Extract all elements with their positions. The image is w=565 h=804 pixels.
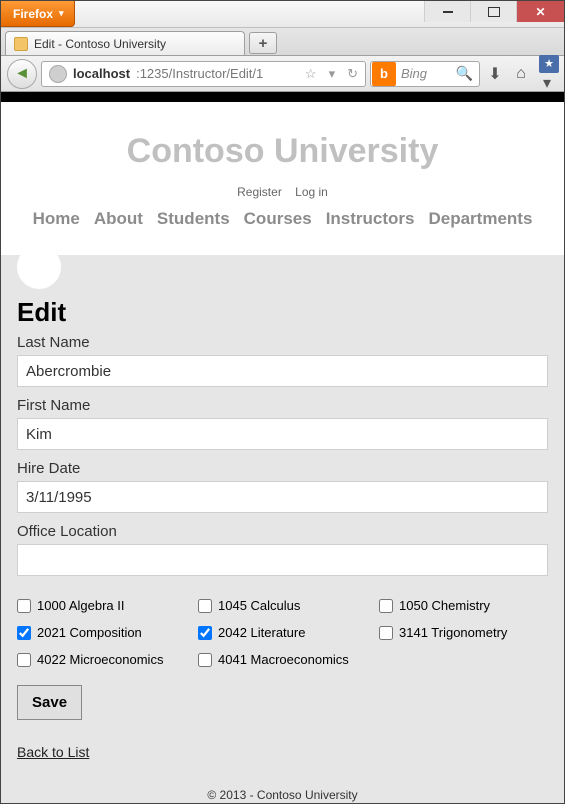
course-checkbox[interactable]: 1050 Chemistry <box>379 598 548 613</box>
course-checkbox[interactable]: 2021 Composition <box>17 625 186 640</box>
browser-tab[interactable]: Edit - Contoso University <box>5 31 245 55</box>
search-box[interactable]: b Bing 🔍 <box>370 61 480 87</box>
course-checkbox[interactable]: 3141 Trigonometry <box>379 625 548 640</box>
course-checkbox-input[interactable] <box>198 653 212 667</box>
course-checkbox-label: 2042 Literature <box>218 625 305 640</box>
site-footer: © 2013 - Contoso University <box>1 770 564 803</box>
bookmarks-menu-button[interactable]: ★▾ <box>536 54 558 93</box>
course-checkbox-input[interactable] <box>198 599 212 613</box>
last-name-label: Last Name <box>17 334 548 351</box>
downloads-icon[interactable]: ⬇ <box>484 64 506 84</box>
nav-students[interactable]: Students <box>157 209 230 229</box>
hire-date-input[interactable] <box>17 481 548 513</box>
course-checkbox-input[interactable] <box>379 626 393 640</box>
course-checkbox-grid: 1000 Algebra II 1045 Calculus 1050 Chemist… <box>17 598 548 667</box>
nav-departments[interactable]: Departments <box>428 209 532 229</box>
top-stripe <box>1 92 564 102</box>
tab-title: Edit - Contoso University <box>34 37 166 51</box>
new-tab-button[interactable]: + <box>249 32 277 54</box>
nav-courses[interactable]: Courses <box>244 209 312 229</box>
course-checkbox[interactable]: 1045 Calculus <box>198 598 367 613</box>
window-titlebar: Firefox ▾ <box>1 1 564 28</box>
course-checkbox-label: 1050 Chemistry <box>399 598 490 613</box>
hire-date-label: Hire Date <box>17 460 548 477</box>
window-close-button[interactable] <box>516 1 564 22</box>
url-toolbar: ◄ localhost :1235/Instructor/Edit/1 ☆ ▾ ↻… <box>1 56 564 92</box>
course-checkbox-input[interactable] <box>17 599 31 613</box>
search-icon[interactable]: 🔍 <box>450 65 479 82</box>
url-path: :1235/Instructor/Edit/1 <box>136 66 263 81</box>
course-checkbox-label: 4022 Microeconomics <box>37 652 163 667</box>
globe-icon <box>49 65 67 83</box>
bookmark-star-icon[interactable]: ☆ <box>302 66 320 82</box>
tab-strip: Edit - Contoso University + <box>1 28 564 56</box>
titlebar-spacer <box>75 1 424 27</box>
course-checkbox-input[interactable] <box>379 599 393 613</box>
search-placeholder: Bing <box>397 66 450 81</box>
nav-about[interactable]: About <box>94 209 143 229</box>
account-links: Register Log in <box>1 185 564 199</box>
bing-icon: b <box>372 62 396 86</box>
course-checkbox-label: 3141 Trigonometry <box>399 625 507 640</box>
course-checkbox-label: 4041 Macroeconomics <box>218 652 349 667</box>
firefox-menu-button[interactable]: Firefox ▾ <box>1 1 75 27</box>
first-name-input[interactable] <box>17 418 548 450</box>
home-icon[interactable]: ⌂ <box>510 65 532 83</box>
nav-home[interactable]: Home <box>33 209 80 229</box>
course-checkbox-label: 1045 Calculus <box>218 598 300 613</box>
window-maximize-button[interactable] <box>470 1 516 22</box>
save-button[interactable]: Save <box>17 685 82 720</box>
firefox-menu-label: Firefox <box>13 7 53 21</box>
course-checkbox[interactable]: 2042 Literature <box>198 625 367 640</box>
course-checkbox-input[interactable] <box>198 626 212 640</box>
arrow-left-icon: ◄ <box>14 65 30 83</box>
page-favicon <box>14 37 28 51</box>
course-checkbox-input[interactable] <box>17 653 31 667</box>
back-to-list-link[interactable]: Back to List <box>17 744 89 760</box>
dropdown-icon[interactable]: ▾ <box>326 66 339 82</box>
site-title: Contoso University <box>1 132 564 171</box>
site-header: Contoso University Register Log in Home … <box>1 102 564 255</box>
bookmarks-icon: ★ <box>539 55 559 73</box>
course-checkbox[interactable]: 4041 Macroeconomics <box>198 652 367 667</box>
avatar-placeholder <box>17 245 61 289</box>
first-name-label: First Name <box>17 397 548 414</box>
last-name-input[interactable] <box>17 355 548 387</box>
address-bar[interactable]: localhost :1235/Instructor/Edit/1 ☆ ▾ ↻ <box>41 61 366 87</box>
course-checkbox-label: 2021 Composition <box>37 625 142 640</box>
chevron-down-icon: ▾ <box>59 8 64 19</box>
course-checkbox[interactable]: 4022 Microeconomics <box>17 652 186 667</box>
login-link[interactable]: Log in <box>295 185 328 199</box>
register-link[interactable]: Register <box>237 185 282 199</box>
url-host: localhost <box>73 66 130 81</box>
main-nav: Home About Students Courses Instructors … <box>1 199 564 241</box>
page-heading: Edit <box>17 297 548 328</box>
course-checkbox-input[interactable] <box>17 626 31 640</box>
reload-icon[interactable]: ↻ <box>344 66 361 82</box>
nav-instructors[interactable]: Instructors <box>326 209 415 229</box>
back-button[interactable]: ◄ <box>7 59 37 89</box>
window-controls <box>424 1 564 27</box>
content-area: Edit Last Name First Name Hire Date Offi… <box>1 255 564 803</box>
course-checkbox-label: 1000 Algebra II <box>37 598 124 613</box>
course-checkbox[interactable]: 1000 Algebra II <box>17 598 186 613</box>
office-location-input[interactable] <box>17 544 548 576</box>
window-minimize-button[interactable] <box>424 1 470 22</box>
page-viewport: Contoso University Register Log in Home … <box>1 92 564 803</box>
office-location-label: Office Location <box>17 523 548 540</box>
